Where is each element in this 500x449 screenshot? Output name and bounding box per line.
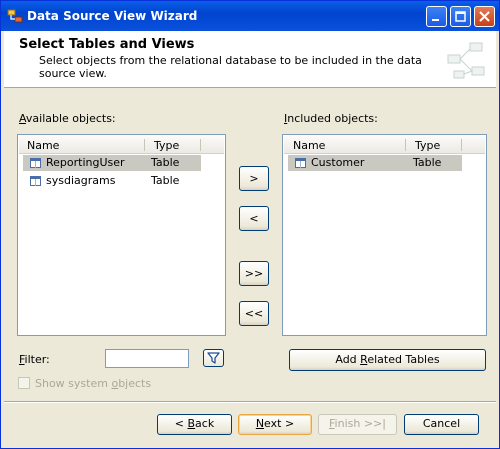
list-item[interactable]: sysdiagrams Table — [23, 173, 201, 189]
list-item[interactable]: ReportingUser Table — [23, 155, 201, 171]
add-all-button[interactable]: >> — [239, 261, 269, 286]
page-description: Select objects from the relational datab… — [39, 54, 422, 80]
back-button[interactable]: < Back — [157, 414, 232, 435]
footer-divider — [4, 401, 496, 403]
maximize-button[interactable] — [450, 6, 471, 27]
show-system-objects-checkbox[interactable] — [18, 377, 30, 389]
show-system-objects-label: Show system objects — [35, 377, 152, 390]
available-objects-label: Available objects: — [19, 112, 116, 125]
finish-button[interactable]: Finish >>| — [318, 414, 397, 435]
filter-label: Filter: — [19, 353, 50, 366]
filter-funnel-icon — [207, 352, 220, 364]
included-objects-list[interactable]: Name Type Customer Table — [282, 134, 487, 336]
table-icon — [30, 158, 41, 168]
apply-filter-button[interactable] — [203, 349, 224, 367]
remove-all-button[interactable]: << — [239, 301, 269, 326]
available-objects-list[interactable]: Name Type ReportingUser Table sysdiagram… — [17, 134, 226, 336]
included-list-header: Name Type — [284, 136, 485, 154]
add-related-tables-button[interactable]: Add Related Tables — [289, 349, 486, 371]
close-button[interactable] — [474, 6, 495, 27]
remove-button[interactable]: < — [239, 206, 269, 231]
cancel-button[interactable]: Cancel — [404, 414, 479, 435]
minimize-icon — [432, 19, 439, 21]
next-button[interactable]: Next > — [238, 414, 312, 435]
wizard-graphic-icon — [447, 42, 485, 79]
maximize-icon — [455, 11, 466, 22]
close-icon — [479, 11, 490, 22]
column-header-name[interactable]: Name — [293, 139, 325, 152]
wizard-header: Select Tables and Views Select objects f… — [4, 31, 496, 88]
included-objects-label: Included objects: — [284, 112, 378, 125]
title-bar[interactable]: Data Source View Wizard — [1, 1, 499, 31]
list-item[interactable]: Customer Table — [288, 155, 462, 171]
table-icon — [295, 158, 306, 168]
wizard-app-icon — [7, 9, 23, 23]
column-header-type[interactable]: Type — [154, 139, 179, 152]
column-header-name[interactable]: Name — [27, 139, 59, 152]
available-list-header: Name Type — [19, 136, 224, 154]
minimize-button[interactable] — [426, 6, 447, 27]
wizard-window: Data Source View Wizard Select Tables an… — [0, 0, 500, 449]
column-header-type[interactable]: Type — [415, 139, 440, 152]
filter-input[interactable] — [105, 349, 189, 368]
table-icon — [30, 176, 41, 186]
add-button[interactable]: > — [239, 166, 269, 191]
window-title: Data Source View Wizard — [27, 9, 198, 23]
page-title: Select Tables and Views — [19, 37, 195, 52]
